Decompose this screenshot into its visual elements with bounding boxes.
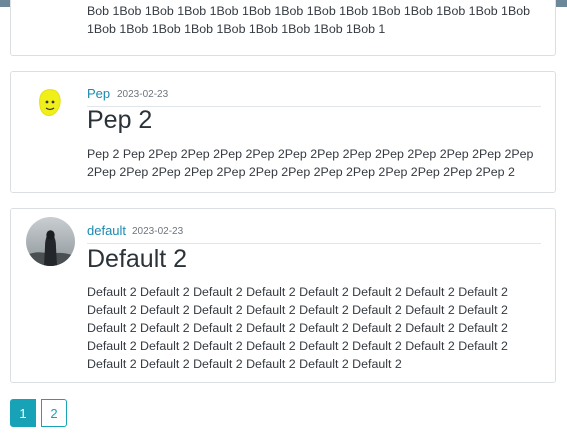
author-link[interactable]: default [87,223,126,238]
post-card: Pep 2023-02-23 Pep 2 Pep 2 Pep 2Pep 2Pep… [10,71,556,193]
post-date: 2023-02-23 [117,89,169,100]
smiley-avatar-icon [39,89,61,116]
hooded-figure-avatar-icon [26,217,75,266]
post-card: default 2023-02-23 Default 2 Default 2 D… [10,208,556,383]
page-2-button[interactable]: 2 [41,399,67,427]
user-avatar [26,217,75,266]
post-title[interactable]: Pep 2 [87,106,152,135]
post-body: Default 2 Default 2 Default 2 Default 2 … [87,285,508,371]
post-card: Bob 1Bob 1Bob 1Bob 1Bob 1Bob 1Bob 1Bob 1… [10,0,556,56]
pagination: 1 2 [10,399,67,427]
post-title[interactable]: Default 2 [87,245,187,274]
post-body: Bob 1Bob 1Bob 1Bob 1Bob 1Bob 1Bob 1Bob 1… [87,4,530,36]
post-meta: Pep 2023-02-23 [87,80,541,107]
post-meta: default 2023-02-23 [87,217,541,244]
page-1-button[interactable]: 1 [10,399,36,427]
post-date: 2023-02-23 [132,226,184,237]
post-body: Pep 2 Pep 2Pep 2Pep 2Pep 2Pep 2Pep 2Pep … [87,147,534,179]
author-link[interactable]: Pep [87,86,110,101]
